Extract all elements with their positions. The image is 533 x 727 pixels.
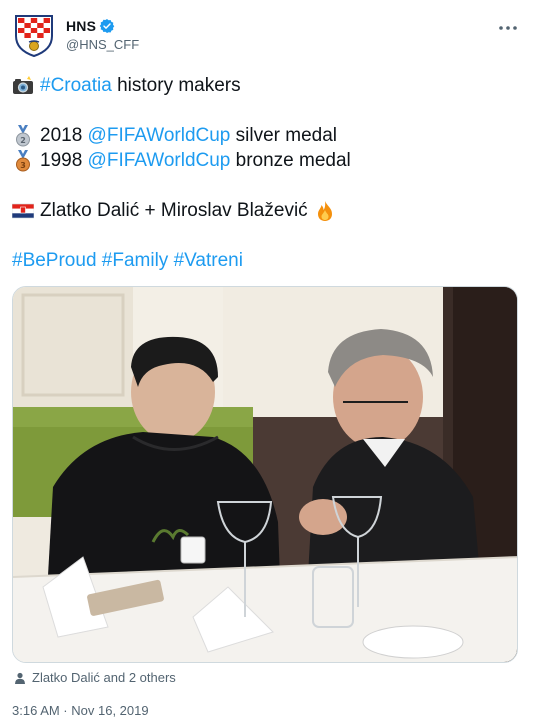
mention-fifaworldcup-1[interactable]: @FIFAWorldCup (88, 123, 231, 148)
tweet-line-3-text: bronze medal (230, 150, 351, 171)
hashtag-croatia[interactable]: #Croatia (40, 73, 112, 98)
tweet-header: HNS @HNS_CFF (12, 12, 521, 60)
camera-flash-emoji-icon (13, 75, 33, 94)
hashtag-vatreni[interactable]: #Vatreni (174, 248, 243, 273)
tweet-line-2: 2 2018 @FIFAWorldCup silver medal (12, 123, 521, 148)
svg-text:2: 2 (20, 136, 26, 145)
tweet-line-1-text: history makers (111, 75, 241, 96)
tweet-line-3-year: 1998 (40, 150, 88, 171)
verified-badge-icon (99, 19, 115, 33)
tweet-timestamp[interactable]: 3:16 AM · Nov 16, 2019 (12, 703, 149, 718)
tweet-photo[interactable] (12, 286, 518, 663)
tweet-line-2-year: 2018 (40, 125, 88, 146)
tweet-line-2-text: silver medal (230, 125, 338, 146)
person-icon (15, 672, 25, 684)
tweet-line-4-text: Zlatko Dalić + Miroslav Blažević (40, 200, 308, 221)
tagged-people[interactable]: Zlatko Dalić and 2 others (14, 670, 176, 685)
author-display-name[interactable]: HNS (66, 18, 96, 34)
croatia-flag-emoji-icon (12, 203, 34, 218)
hashtag-family[interactable]: #Family (102, 248, 169, 273)
croatia-federation-crest-icon[interactable] (12, 12, 56, 58)
hashtag-beproud[interactable]: #BeProud (12, 248, 97, 273)
bronze-medal-emoji-icon: 3 (16, 149, 30, 171)
fire-emoji-icon (317, 200, 332, 221)
tweet-text: #Croatia history makers 2 2018 @FIFAWorl… (12, 73, 521, 273)
more-options-icon[interactable] (497, 20, 519, 36)
photo-image (13, 287, 517, 662)
author-handle[interactable]: @HNS_CFF (66, 37, 139, 52)
tweet-line-3: 3 1998 @FIFAWorldCup bronze medal (12, 148, 521, 173)
tagged-people-text: Zlatko Dalić and 2 others (32, 670, 176, 685)
tweet-hashtags: #BeProud #Family #Vatreni (12, 248, 521, 273)
silver-medal-emoji-icon: 2 (16, 124, 30, 146)
tweet-line-4: Zlatko Dalić + Miroslav Blažević (12, 198, 521, 223)
svg-text:3: 3 (20, 161, 26, 170)
tweet-line-1: #Croatia history makers (12, 73, 521, 98)
mention-fifaworldcup-2[interactable]: @FIFAWorldCup (88, 148, 231, 173)
